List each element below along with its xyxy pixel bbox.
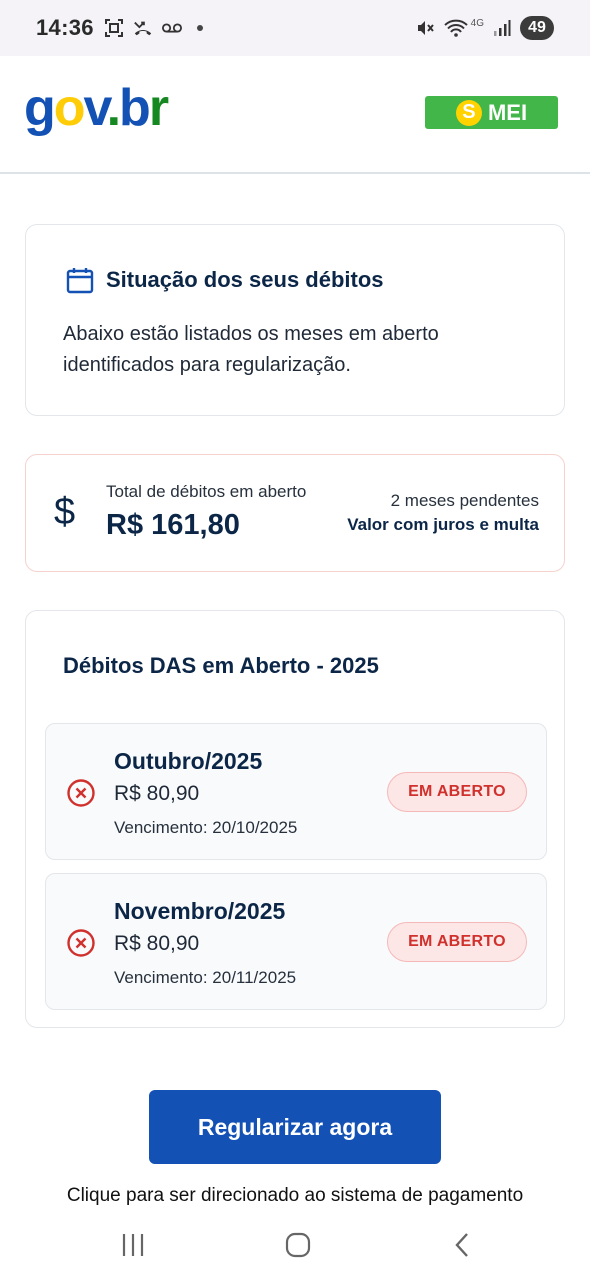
home-icon[interactable] bbox=[278, 1230, 318, 1260]
govbr-logo[interactable]: gov.br bbox=[24, 82, 169, 134]
cta-hint-text: Clique para ser direcionado ao sistema d… bbox=[66, 1185, 524, 1206]
total-value: R$ 161,80 bbox=[106, 509, 240, 541]
total-label: Total de débitos em aberto bbox=[106, 482, 307, 501]
interest-note: Valor com juros e multa bbox=[347, 515, 539, 534]
notification-dot-icon bbox=[196, 25, 203, 31]
calendar-icon bbox=[66, 266, 94, 294]
signal-icon bbox=[492, 18, 512, 38]
status-bar: 14:36 4G 49 bbox=[0, 0, 590, 56]
debt-due-date: Vencimento: 20/11/2025 bbox=[114, 968, 297, 987]
voicemail-icon bbox=[161, 18, 182, 38]
situation-description: Abaixo estão listados os meses em aberto… bbox=[63, 323, 439, 376]
dollar-icon: $ bbox=[54, 491, 76, 533]
situation-card: Situação dos seus débitos Abaixo estão l… bbox=[25, 224, 565, 416]
status-right-icons: 4G 49 bbox=[415, 16, 554, 40]
status-badge: EM ABERTO bbox=[387, 922, 527, 962]
debt-amount: R$ 80,90 bbox=[114, 932, 200, 955]
missed-call-icon bbox=[133, 18, 153, 38]
app-header: gov.br S MEI bbox=[0, 56, 590, 174]
debt-item-november[interactable]: Novembro/2025 R$ 80,90 Vencimento: 20/11… bbox=[45, 873, 547, 1010]
open-debts-title: Débitos DAS em Aberto - 2025 bbox=[63, 653, 379, 678]
system-nav-bar bbox=[0, 1208, 590, 1280]
debt-month: Novembro/2025 bbox=[114, 898, 286, 924]
mei-badge: S MEI bbox=[425, 96, 558, 129]
status-time: 14:36 bbox=[36, 15, 94, 40]
debt-amount: R$ 80,90 bbox=[114, 782, 200, 805]
network-type-label: 4G bbox=[470, 17, 484, 29]
mute-icon bbox=[415, 18, 435, 38]
screenshot-icon bbox=[104, 18, 124, 38]
status-badge: EM ABERTO bbox=[387, 772, 527, 812]
status-left-icons bbox=[104, 18, 203, 38]
regularize-button[interactable]: Regularizar agora bbox=[149, 1090, 441, 1164]
back-icon[interactable] bbox=[442, 1230, 482, 1260]
error-circle-icon bbox=[66, 928, 96, 958]
pending-months: 2 meses pendentes bbox=[390, 491, 539, 510]
open-debts-card: Débitos DAS em Aberto - 2025 Outubro/202… bbox=[25, 610, 565, 1028]
debt-month: Outubro/2025 bbox=[114, 748, 263, 774]
error-circle-icon bbox=[66, 778, 96, 808]
recent-apps-icon[interactable] bbox=[113, 1230, 153, 1260]
situation-title: Situação dos seus débitos bbox=[106, 267, 384, 292]
debt-item-october[interactable]: Outubro/2025 R$ 80,90 Vencimento: 20/10/… bbox=[45, 723, 547, 860]
mei-s-icon: S bbox=[455, 99, 482, 126]
wifi-icon bbox=[443, 18, 469, 38]
mei-label: MEI bbox=[487, 99, 528, 125]
battery-indicator: 49 bbox=[520, 16, 554, 40]
total-debts-card: $ Total de débitos em aberto R$ 161,80 2… bbox=[25, 454, 565, 572]
debt-due-date: Vencimento: 20/10/2025 bbox=[114, 818, 298, 837]
